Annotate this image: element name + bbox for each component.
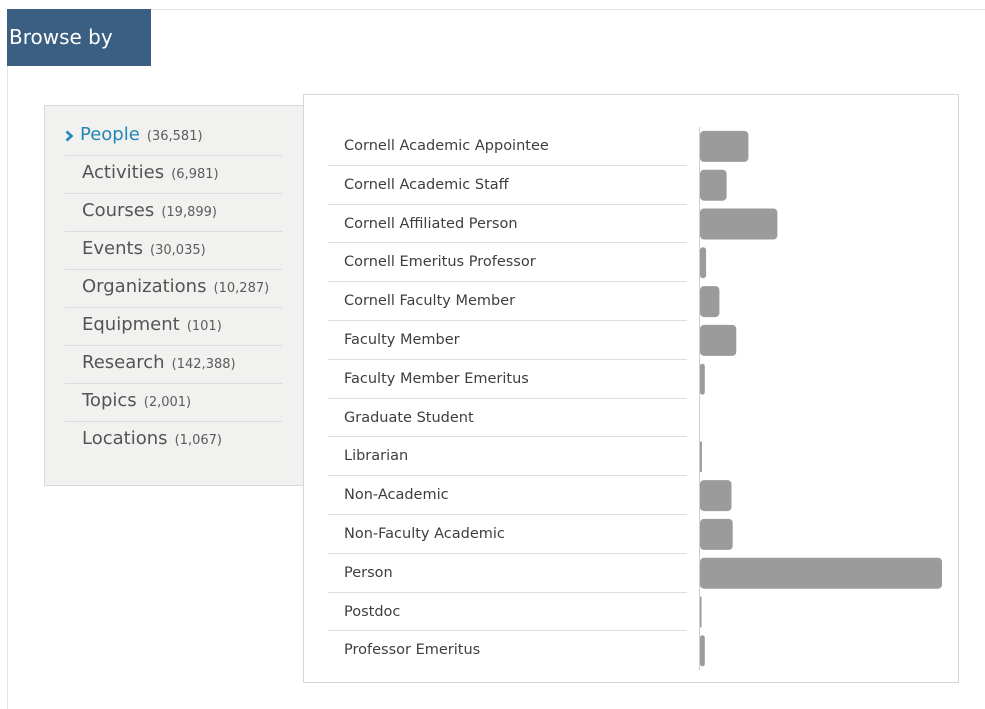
category-list: People (36,581) Activities (6,981) Courses…: [65, 118, 282, 460]
nav-item-label: Activities: [82, 162, 165, 183]
class-item[interactable]: Faculty Member Emeritus: [328, 360, 687, 399]
nav-item-count: (10,287): [213, 281, 270, 296]
chart-bar-librarian: [700, 441, 702, 473]
nav-item-people[interactable]: People (36,581): [65, 118, 282, 156]
class-item[interactable]: Cornell Emeritus Professor: [328, 243, 687, 283]
nav-item-label: Locations: [82, 428, 168, 449]
nav-item-label: People: [80, 124, 140, 145]
nav-item-label: Events: [82, 238, 143, 259]
chart-bar-cornell-academic-appointee: [700, 130, 749, 162]
nav-item-label: Courses: [82, 200, 155, 221]
class-item[interactable]: Person: [328, 554, 687, 593]
nav-item-count: (1,067): [174, 433, 222, 448]
chart-bar-non-academic: [700, 480, 732, 512]
class-item[interactable]: Cornell Academic Staff: [328, 166, 687, 205]
nav-item-count: (101): [186, 319, 222, 334]
class-item[interactable]: Postdoc: [328, 593, 687, 632]
class-item[interactable]: Non-Academic: [328, 476, 687, 515]
chart-bar-cornell-academic-staff: [700, 169, 727, 201]
class-count-chart: [699, 127, 942, 670]
class-item[interactable]: Non-Faculty Academic: [328, 515, 687, 554]
class-group-panel: Cornell Academic Appointee Cornell Academ…: [303, 94, 959, 683]
nav-item-count: (142,388): [171, 357, 236, 372]
class-item[interactable]: Cornell Faculty Member: [328, 282, 687, 321]
class-item[interactable]: Cornell Affiliated Person: [328, 205, 687, 244]
browse-by-header: Browse by: [7, 9, 151, 66]
chart-bar-professor-emeritus: [700, 635, 705, 667]
class-item[interactable]: Professor Emeritus: [328, 631, 687, 670]
chart-bar-cornell-emeritus-professor: [700, 247, 707, 279]
class-list: Cornell Academic Appointee Cornell Academ…: [328, 127, 687, 670]
nav-item-count: (2,001): [143, 395, 192, 410]
chart-bar-person: [700, 557, 942, 589]
browse-category-menu: People (36,581) Activities (6,981) Courses…: [44, 105, 306, 486]
class-item[interactable]: Librarian: [328, 437, 687, 477]
chart-bar-faculty-member-emeritus: [700, 363, 705, 395]
nav-item-events[interactable]: Events (30,035): [65, 232, 282, 270]
nav-item-count: (19,899): [161, 205, 217, 220]
nav-item-equipment[interactable]: Equipment (101): [65, 308, 282, 346]
chevron-right-icon: [65, 130, 74, 142]
nav-item-label: Organizations: [82, 276, 207, 297]
class-item[interactable]: Cornell Academic Appointee: [328, 127, 687, 166]
browse-by-title: Browse by: [9, 25, 113, 49]
chart-bar-faculty-member: [700, 324, 737, 356]
nav-item-label: Topics: [82, 390, 137, 411]
nav-item-courses[interactable]: Courses (19,899): [65, 194, 282, 232]
class-item[interactable]: Faculty Member: [328, 321, 687, 360]
nav-item-research[interactable]: Research (142,388): [65, 346, 282, 384]
chart-bar-non-faculty-academic: [700, 518, 733, 550]
nav-item-organizations[interactable]: Organizations (10,287): [65, 270, 282, 308]
nav-item-locations[interactable]: Locations (1,067): [65, 422, 282, 460]
nav-item-label: Equipment: [82, 314, 180, 335]
nav-item-label: Research: [82, 352, 165, 373]
class-item[interactable]: Graduate Student: [328, 399, 687, 438]
nav-item-topics[interactable]: Topics (2,001): [65, 384, 282, 422]
nav-item-count: (6,981): [171, 167, 219, 182]
nav-item-count: (36,581): [146, 129, 203, 144]
chart-bar-cornell-faculty-member: [700, 286, 720, 318]
chart-bar-cornell-affiliated-person: [700, 208, 778, 240]
nav-item-activities[interactable]: Activities (6,981): [65, 156, 282, 194]
chart-bar-postdoc: [700, 596, 702, 628]
nav-item-count: (30,035): [150, 243, 206, 258]
